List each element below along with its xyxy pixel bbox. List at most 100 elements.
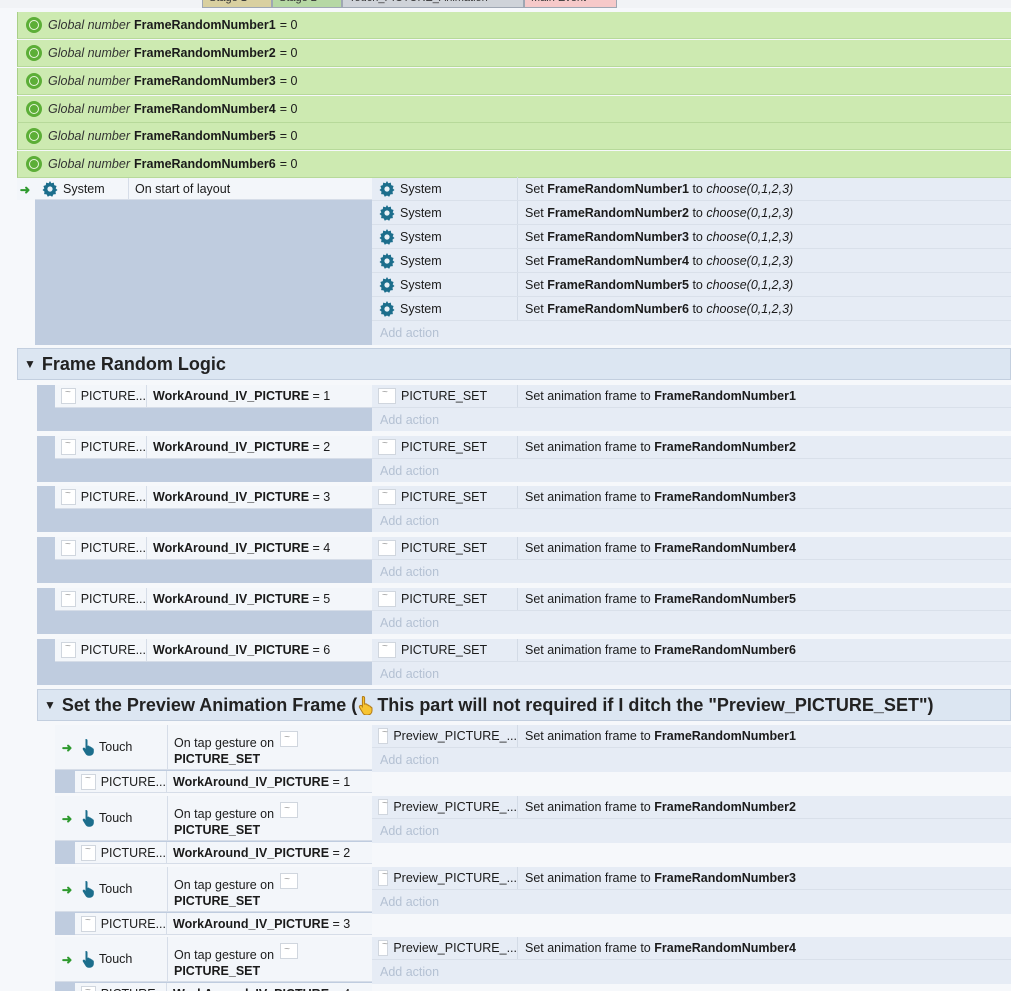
tab-stage-1[interactable]: Stage 1 — [202, 0, 272, 8]
condition-object-name: PICTURE... — [100, 916, 166, 931]
tab-touch-picture-animation[interactable]: Touch_PICTURE_Animation — [342, 0, 524, 8]
sprite-thumbnail-icon — [81, 915, 96, 932]
global-variable-row[interactable]: Global number FrameRandomNumber4 = 0 — [17, 96, 1011, 123]
global-value: = 0 — [279, 102, 298, 116]
action-object-name: PICTURE_SET — [401, 592, 488, 606]
tab-strip: Stage 1 Stage 2 Touch_PICTURE_Animation … — [0, 0, 1011, 8]
gear-icon — [379, 228, 395, 245]
action-variable: FrameRandomNumber5 — [547, 277, 689, 292]
action-row[interactable]: PICTURE_SET Set animation frame to Frame… — [372, 436, 1011, 459]
action-to: to — [692, 277, 703, 292]
collapse-triangle-icon[interactable]: ▼ — [44, 698, 56, 712]
condition-object: ➜ Touch — [55, 725, 168, 769]
condition-instance-variable[interactable]: PICTURE... WorkAround_IV_PICTURE = 2 — [75, 842, 372, 864]
condition-instance-variable[interactable]: PICTURE... WorkAround_IV_PICTURE = 5 — [55, 588, 372, 611]
condition-area[interactable] — [35, 178, 372, 345]
action-object-name: PICTURE_SET — [401, 440, 488, 454]
condition-object: PICTURE... — [55, 486, 147, 508]
global-variable-row[interactable]: Global number FrameRandomNumber5 = 0 — [17, 123, 1011, 150]
action-row[interactable]: Preview_PICTURE_... Set animation frame … — [372, 937, 1011, 960]
add-action-label: Add action — [380, 666, 440, 681]
action-row[interactable]: System Set FrameRandomNumber1 to choose(… — [372, 177, 1011, 201]
condition-text: WorkAround_IV_PICTURE = 2 — [167, 846, 350, 860]
add-action-button[interactable]: Add action — [372, 560, 1011, 583]
condition-on-tap-gesture[interactable]: ➜ Touch On tap gesture on PICTURE_SET — [55, 725, 372, 770]
global-name: FrameRandomNumber3 — [134, 74, 276, 88]
action-row[interactable]: PICTURE_SET Set animation frame to Frame… — [372, 486, 1011, 509]
action-row[interactable]: PICTURE_SET Set animation frame to Frame… — [372, 537, 1011, 560]
group-title-start: Set the Preview Animation Frame ( — [61, 694, 358, 715]
action-row[interactable]: Preview_PICTURE_... Set animation frame … — [372, 867, 1011, 890]
condition-object: ➜ Touch — [55, 937, 168, 981]
action-row[interactable]: System Set FrameRandomNumber3 to choose(… — [372, 225, 1011, 249]
action-row[interactable]: System Set FrameRandomNumber2 to choose(… — [372, 201, 1011, 225]
add-action-label: Add action — [380, 824, 440, 838]
sprite-thumbnail-icon — [61, 590, 76, 607]
condition-on-tap-gesture[interactable]: ➜ Touch On tap gesture on PICTURE_SET — [55, 867, 372, 912]
sprite-thumbnail-icon — [61, 641, 76, 658]
action-text: Set animation frame to FrameRandomNumber… — [518, 800, 796, 814]
action-object-name: PICTURE_SET — [401, 541, 488, 555]
add-action-button[interactable]: Add action — [372, 748, 1011, 772]
condition-instance-variable[interactable]: PICTURE... WorkAround_IV_PICTURE = 1 — [75, 771, 372, 793]
condition-on-tap-gesture[interactable]: ➜ Touch On tap gesture on PICTURE_SET — [55, 937, 372, 982]
condition-on-start-of-layout[interactable]: System On start of layout — [35, 178, 372, 200]
add-action-button[interactable]: Add action — [372, 321, 1011, 345]
group-frame-random-logic[interactable]: ▼ Frame Random Logic — [17, 348, 1011, 380]
sprite-thumbnail-icon — [378, 438, 396, 455]
add-action-button[interactable]: Add action — [372, 960, 1011, 984]
condition-instance-variable[interactable]: PICTURE... WorkAround_IV_PICTURE = 2 — [55, 436, 372, 459]
action-variable: FrameRandomNumber2 — [547, 205, 689, 220]
condition-instance-variable[interactable]: PICTURE... WorkAround_IV_PICTURE = 4 — [75, 983, 372, 991]
action-value: FrameRandomNumber5 — [654, 592, 796, 606]
global-variable-row[interactable]: Global number FrameRandomNumber2 = 0 — [17, 40, 1011, 67]
condition-instance-variable[interactable]: PICTURE... WorkAround_IV_PICTURE = 3 — [55, 486, 372, 509]
global-variable-row[interactable]: Global number FrameRandomNumber3 = 0 — [17, 68, 1011, 95]
event-margin[interactable]: ➜ — [17, 178, 35, 200]
action-object: PICTURE_SET — [372, 486, 518, 508]
add-action-button[interactable]: Add action — [372, 890, 1011, 914]
add-action-button[interactable]: Add action — [372, 408, 1011, 431]
global-variable-row[interactable]: Global number FrameRandomNumber6 = 0 — [17, 151, 1011, 178]
condition-on-tap-gesture[interactable]: ➜ Touch On tap gesture on PICTURE_SET — [55, 796, 372, 841]
collapse-triangle-icon[interactable]: ▼ — [24, 357, 36, 371]
condition-instance-variable[interactable]: PICTURE... WorkAround_IV_PICTURE = 6 — [55, 639, 372, 662]
action-row[interactable]: System Set FrameRandomNumber5 to choose(… — [372, 273, 1011, 297]
action-row[interactable]: System Set FrameRandomNumber6 to choose(… — [372, 297, 1011, 321]
action-row[interactable]: PICTURE_SET Set animation frame to Frame… — [372, 385, 1011, 408]
group-set-preview-animation-frame[interactable]: ▼ Set the Preview Animation Frame ( This… — [37, 689, 1011, 721]
global-variable-row[interactable]: Global number FrameRandomNumber1 = 0 — [17, 12, 1011, 39]
action-object-name: System — [400, 229, 442, 244]
condition-object: PICTURE... — [55, 639, 147, 661]
add-action-button[interactable]: Add action — [372, 509, 1011, 532]
action-value: FrameRandomNumber3 — [654, 871, 796, 885]
action-expression: choose(0,1,2,3) — [706, 301, 794, 316]
condition-instance-variable[interactable]: PICTURE... WorkAround_IV_PICTURE = 1 — [55, 385, 372, 408]
add-action-button[interactable]: Add action — [372, 459, 1011, 482]
action-text: Set animation frame to FrameRandomNumber… — [518, 941, 796, 955]
action-variable: FrameRandomNumber4 — [547, 253, 689, 268]
action-row[interactable]: System Set FrameRandomNumber4 to choose(… — [372, 249, 1011, 273]
action-row[interactable]: Preview_PICTURE_... Set animation frame … — [372, 796, 1011, 819]
condition-text: WorkAround_IV_PICTURE = 1 — [167, 775, 350, 789]
condition-instance-variable[interactable]: PICTURE... WorkAround_IV_PICTURE = 3 — [75, 913, 372, 935]
add-action-button[interactable]: Add action — [372, 662, 1011, 685]
action-variable: FrameRandomNumber6 — [547, 301, 689, 316]
action-object: PICTURE_SET — [372, 436, 518, 458]
sprite-thumbnail-icon — [61, 539, 76, 556]
action-text: Set animation frame to FrameRandomNumber… — [518, 729, 796, 743]
action-row[interactable]: Preview_PICTURE_... Set animation frame … — [372, 725, 1011, 748]
action-variable: FrameRandomNumber3 — [547, 229, 689, 244]
action-row[interactable]: PICTURE_SET Set animation frame to Frame… — [372, 588, 1011, 611]
sprite-thumbnail-icon — [280, 872, 299, 889]
add-action-button[interactable]: Add action — [372, 819, 1011, 843]
action-object-name: Preview_PICTURE_... — [393, 871, 517, 885]
global-keyword: Global number — [48, 157, 130, 171]
action-row[interactable]: PICTURE_SET Set animation frame to Frame… — [372, 639, 1011, 662]
add-action-button[interactable]: Add action — [372, 611, 1011, 634]
condition-instance-variable[interactable]: PICTURE... WorkAround_IV_PICTURE = 4 — [55, 537, 372, 560]
condition-variable: WorkAround_IV_PICTURE — [153, 490, 310, 504]
tab-main-event[interactable]: Main Event — [524, 0, 617, 8]
condition-value: = 6 — [312, 643, 331, 657]
tab-stage-2[interactable]: Stage 2 — [272, 0, 342, 8]
